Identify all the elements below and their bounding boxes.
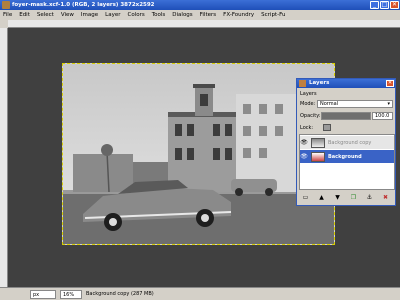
status-message: Background copy (287 MB) <box>86 291 154 297</box>
vertical-ruler[interactable] <box>0 28 8 287</box>
layer-row-background[interactable]: 👁 Background <box>300 150 394 163</box>
menu-edit[interactable]: Edit <box>19 12 30 18</box>
menu-script-fu[interactable]: Script-Fu <box>261 12 285 18</box>
layers-dock[interactable]: Layers ✕ Layers Mode: Normal ▾ Opacity: … <box>296 78 396 206</box>
menu-select[interactable]: Select <box>37 12 54 18</box>
lock-alpha-checkbox[interactable] <box>323 124 331 131</box>
layer-name: Background <box>328 153 362 160</box>
chevron-down-icon: ▾ <box>387 101 390 107</box>
layers-section-label: Layers <box>300 91 317 97</box>
lock-label: Lock: <box>300 125 314 131</box>
ruler-corner[interactable] <box>0 20 8 28</box>
eye-icon[interactable]: 👁 <box>300 139 308 147</box>
anchor-layer-icon[interactable]: ⚓ <box>365 193 374 202</box>
zoom-select[interactable]: 16% <box>60 290 82 299</box>
image-canvas[interactable] <box>62 63 335 245</box>
building-photo <box>63 64 334 244</box>
menu-image[interactable]: Image <box>81 12 98 18</box>
menu-fx-foundry[interactable]: FX-Foundry <box>223 12 254 18</box>
raise-layer-icon[interactable]: ▲ <box>317 193 326 202</box>
lower-layer-icon[interactable]: ▼ <box>333 193 342 202</box>
menu-dialogs[interactable]: Dialogs <box>172 12 192 18</box>
layers-list[interactable]: 👁 Background copy 👁 Background <box>299 134 395 190</box>
close-button[interactable]: ✕ <box>390 1 399 9</box>
duplicate-layer-icon[interactable]: ❐ <box>349 193 358 202</box>
layers-dock-title: Layers <box>309 80 330 86</box>
gimp-dock-icon <box>299 80 306 87</box>
menu-filters[interactable]: Filters <box>200 12 217 18</box>
dock-close-button[interactable]: ✕ <box>386 80 394 87</box>
mode-select[interactable]: Normal ▾ <box>317 100 393 108</box>
delete-layer-icon[interactable]: ✖ <box>381 193 390 202</box>
window-title: foyer-mask.xcf-1.0 (RGB, 2 layers) 3872x… <box>12 2 155 8</box>
menu-file[interactable]: File <box>3 12 12 18</box>
unit-value: px <box>33 292 40 298</box>
menu-view[interactable]: View <box>61 12 74 18</box>
menu-bar: File Edit Select View Image Layer Colors… <box>0 10 400 20</box>
status-bar: px 16% Background copy (287 MB) <box>0 287 400 300</box>
horizontal-ruler[interactable] <box>8 20 400 28</box>
layer-thumbnail <box>311 151 325 162</box>
layer-name: Background copy <box>328 139 372 146</box>
layer-thumbnail <box>311 137 325 148</box>
eye-icon[interactable]: 👁 <box>300 153 308 161</box>
opacity-spinbox[interactable]: 100.0 <box>372 112 393 120</box>
opacity-slider[interactable] <box>321 112 371 120</box>
gimp-app-icon <box>2 1 10 9</box>
mode-label: Mode: <box>300 101 316 107</box>
new-layer-icon[interactable]: ▭ <box>301 193 310 202</box>
window-title-bar[interactable]: foyer-mask.xcf-1.0 (RGB, 2 layers) 3872x… <box>0 0 400 10</box>
opacity-label: Opacity: <box>300 113 321 119</box>
mode-value: Normal <box>320 101 339 107</box>
menu-tools[interactable]: Tools <box>152 12 166 18</box>
unit-select[interactable]: px <box>30 290 56 299</box>
opacity-value: 100.0 <box>375 113 390 119</box>
maximize-button[interactable]: □ <box>380 1 389 9</box>
layer-row-background-copy[interactable]: 👁 Background copy <box>300 136 394 149</box>
layers-dock-title-bar[interactable]: Layers ✕ <box>297 79 395 88</box>
minimize-button[interactable]: _ <box>370 1 379 9</box>
menu-colors[interactable]: Colors <box>127 12 144 18</box>
menu-layer[interactable]: Layer <box>105 12 120 18</box>
zoom-value: 16% <box>63 292 75 298</box>
